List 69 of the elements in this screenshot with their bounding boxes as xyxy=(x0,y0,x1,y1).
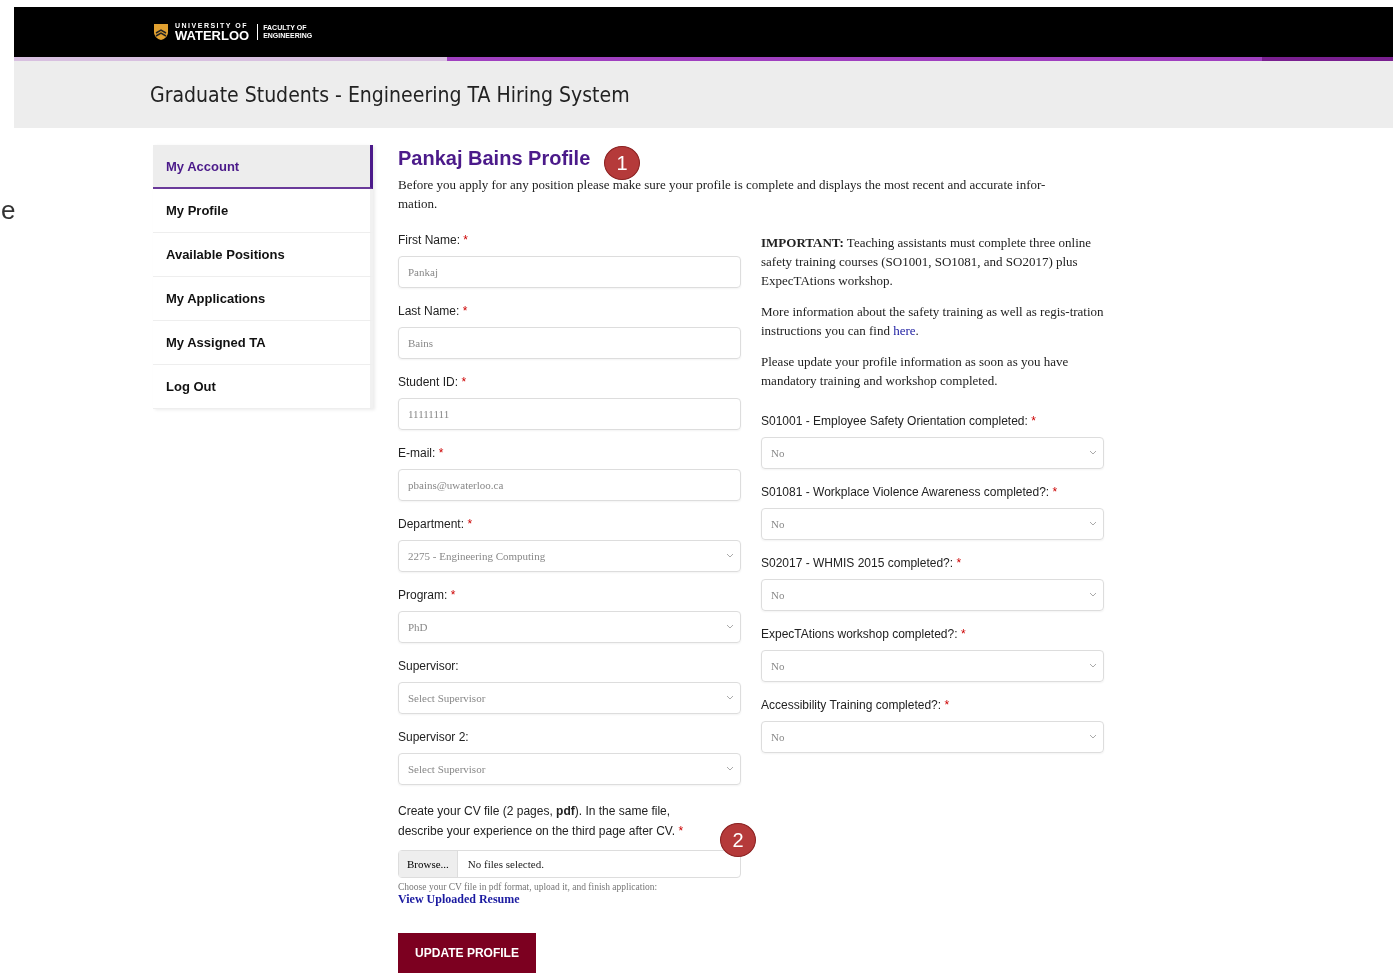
field-label: Program: * xyxy=(398,588,457,602)
field-label: Accessibility Training completed?: * xyxy=(761,698,951,712)
chevron-down-icon xyxy=(726,553,734,559)
select-field[interactable]: Select Supervisor xyxy=(398,682,741,714)
field-label: First Name: * xyxy=(398,233,470,247)
sidebar-item[interactable]: My Account xyxy=(153,145,373,189)
annotation-badge: 2 xyxy=(720,823,756,857)
chevron-down-icon xyxy=(726,766,734,772)
browse-button[interactable]: Browse... xyxy=(399,851,458,877)
field-label: S02017 - WHMIS 2015 completed?: * xyxy=(761,556,963,570)
required-mark: * xyxy=(956,556,962,570)
field-label: Student ID: * xyxy=(398,375,468,389)
file-field[interactable]: Browse... No files selected. xyxy=(398,850,741,878)
input-field[interactable]: Pankaj xyxy=(398,256,741,288)
cv-label: Create your CV file (2 pages, pdf). In the same file, describe your experience on the third page after CV. * xyxy=(398,803,685,840)
sidebar-item[interactable]: My Profile xyxy=(153,189,373,233)
chevron-down-icon xyxy=(1089,734,1097,740)
input-field[interactable]: 11111111 xyxy=(398,398,741,430)
view-resume-link[interactable]: View Uploaded Resume xyxy=(398,892,741,907)
required-mark: * xyxy=(944,698,950,712)
select-field[interactable]: No xyxy=(761,508,1104,540)
field-label: Supervisor: xyxy=(398,659,460,673)
here-link[interactable]: here xyxy=(893,323,916,338)
annotation-badge: 1 xyxy=(604,146,640,180)
sidebar-item[interactable]: My Applications xyxy=(153,277,373,321)
sidebar-item[interactable]: Available Positions xyxy=(153,233,373,277)
sidebar-item[interactable]: My Assigned TA xyxy=(153,321,373,365)
shield-icon xyxy=(153,23,169,41)
select-field[interactable]: No xyxy=(761,579,1104,611)
page-title: Graduate Students - Engineering TA Hiring System xyxy=(150,82,630,107)
required-mark: * xyxy=(467,517,473,531)
notice-text: More information about the safety training as well as regis-tration instructions you can find here. xyxy=(761,303,1104,340)
required-mark: * xyxy=(461,375,467,389)
update-profile-button[interactable]: UPDATE PROFILE xyxy=(398,933,536,973)
select-field[interactable]: No xyxy=(761,437,1104,469)
field-label: S01081 - Workplace Violence Awareness completed?: * xyxy=(761,485,1059,499)
field-label: Department: * xyxy=(398,517,474,531)
chevron-down-icon xyxy=(1089,592,1097,598)
chevron-down-icon xyxy=(1089,521,1097,527)
field-label: Last Name: * xyxy=(398,304,469,318)
select-field[interactable]: No xyxy=(761,721,1104,753)
edge-text: e xyxy=(1,195,16,226)
chevron-down-icon xyxy=(1089,663,1097,669)
sidebar-item[interactable]: Log Out xyxy=(153,365,373,409)
select-field[interactable]: 2275 - Engineering Computing xyxy=(398,540,741,572)
chevron-down-icon xyxy=(726,695,734,701)
select-field[interactable]: No xyxy=(761,650,1104,682)
notice-text: IMPORTANT: Teaching assistants must complete three online safety training courses (SO1001, SO1081, and SO2017) plus ExpecTAtions workshop. xyxy=(761,234,1093,290)
required-mark: * xyxy=(1031,414,1036,428)
required-mark: * xyxy=(678,824,684,838)
required-mark: * xyxy=(463,233,469,247)
notice-text: Please update your profile information as soon as you have mandatory training and workshop completed. xyxy=(761,353,1070,390)
select-field[interactable]: PhD xyxy=(398,611,741,643)
field-label: Supervisor 2: xyxy=(398,730,470,744)
file-hint: Choose your CV file in pdf format, upload it, and finish application: xyxy=(398,882,659,892)
input-field[interactable]: Bains xyxy=(398,327,741,359)
input-field[interactable]: pbains@uwaterloo.ca xyxy=(398,469,741,501)
profile-heading: Pankaj Bains Profile xyxy=(398,147,591,170)
required-mark: * xyxy=(438,446,444,460)
field-label: ExpecTAtions workshop completed?: * xyxy=(761,627,967,641)
field-label: E-mail: * xyxy=(398,446,445,460)
select-field[interactable]: Select Supervisor xyxy=(398,753,741,785)
chevron-down-icon xyxy=(1089,450,1097,456)
required-mark: * xyxy=(1052,485,1058,499)
required-mark: * xyxy=(960,627,966,641)
field-label: S01001 - Employee Safety Orientation completed: * xyxy=(761,414,1037,428)
required-mark: * xyxy=(450,588,456,602)
required-mark: * xyxy=(462,304,468,318)
chevron-down-icon xyxy=(726,624,734,630)
